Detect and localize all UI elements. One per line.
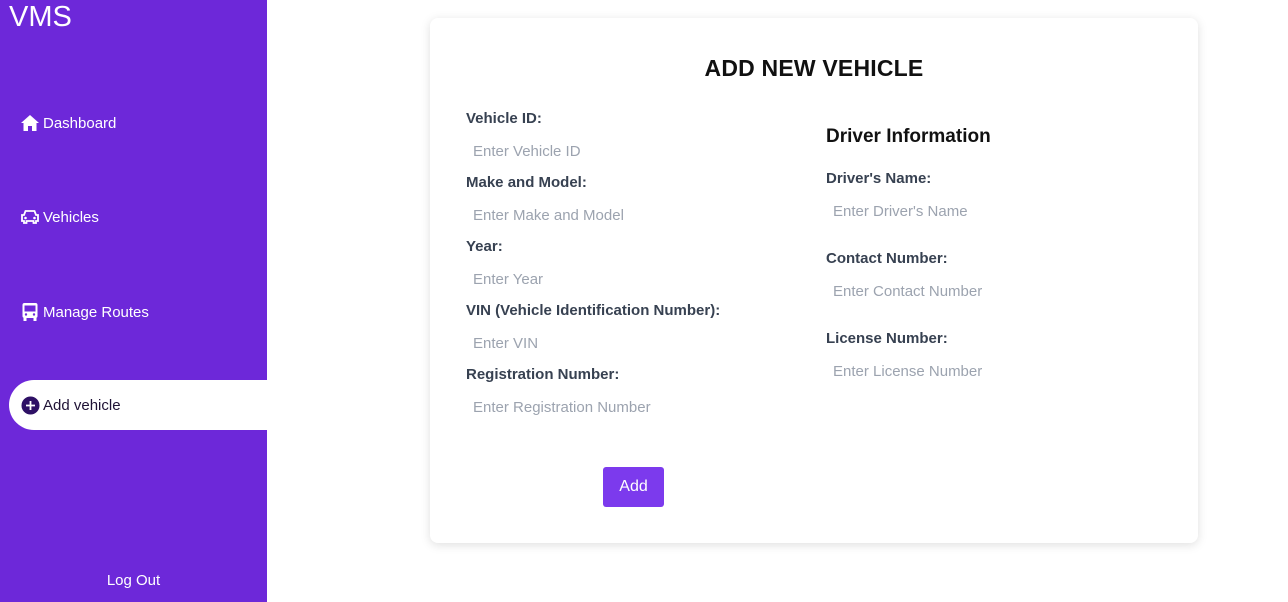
vehicle-id-label: Vehicle ID: <box>466 110 542 127</box>
registration-number-label: Registration Number: <box>466 366 620 383</box>
sidebar: VMS Dashboard Vehicles Manage Routes Add… <box>0 0 267 602</box>
sidebar-item-label: Add vehicle <box>43 396 121 414</box>
bus-icon <box>19 301 41 323</box>
contact-number-input[interactable] <box>825 278 1125 304</box>
app-brand: VMS <box>9 1 72 33</box>
sidebar-item-dashboard[interactable]: Dashboard <box>9 98 267 148</box>
driver-name-input[interactable] <box>825 198 1125 224</box>
year-label: Year: <box>466 238 503 255</box>
license-number-input[interactable] <box>825 358 1125 384</box>
vin-input[interactable] <box>465 330 765 356</box>
home-icon <box>19 112 41 134</box>
year-input[interactable] <box>465 266 765 292</box>
page-title: ADD NEW VEHICLE <box>704 55 924 81</box>
vehicle-id-input[interactable] <box>465 138 765 164</box>
sidebar-item-label: Manage Routes <box>43 303 149 321</box>
logout-link[interactable]: Log Out <box>0 572 267 589</box>
add-vehicle-card: ADD NEW VEHICLE Vehicle ID: Make and Mod… <box>430 18 1198 543</box>
sidebar-item-manage-routes[interactable]: Manage Routes <box>9 287 267 337</box>
contact-number-label: Contact Number: <box>826 250 948 267</box>
plus-circle-icon <box>19 394 41 416</box>
sidebar-item-label: Dashboard <box>43 114 117 132</box>
license-number-label: License Number: <box>826 330 948 347</box>
vin-label: VIN (Vehicle Identification Number): <box>466 302 721 319</box>
registration-number-input[interactable] <box>465 394 765 420</box>
sidebar-item-vehicles[interactable]: Vehicles <box>9 192 267 242</box>
driver-information-heading: Driver Information <box>826 126 991 147</box>
make-model-input[interactable] <box>465 202 765 228</box>
add-button[interactable]: Add <box>603 467 664 507</box>
driver-name-label: Driver's Name: <box>826 170 932 187</box>
sidebar-item-label: Vehicles <box>43 208 99 226</box>
make-model-label: Make and Model: <box>466 174 587 191</box>
sidebar-item-add-vehicle[interactable]: Add vehicle <box>9 380 267 430</box>
car-icon <box>19 206 41 228</box>
